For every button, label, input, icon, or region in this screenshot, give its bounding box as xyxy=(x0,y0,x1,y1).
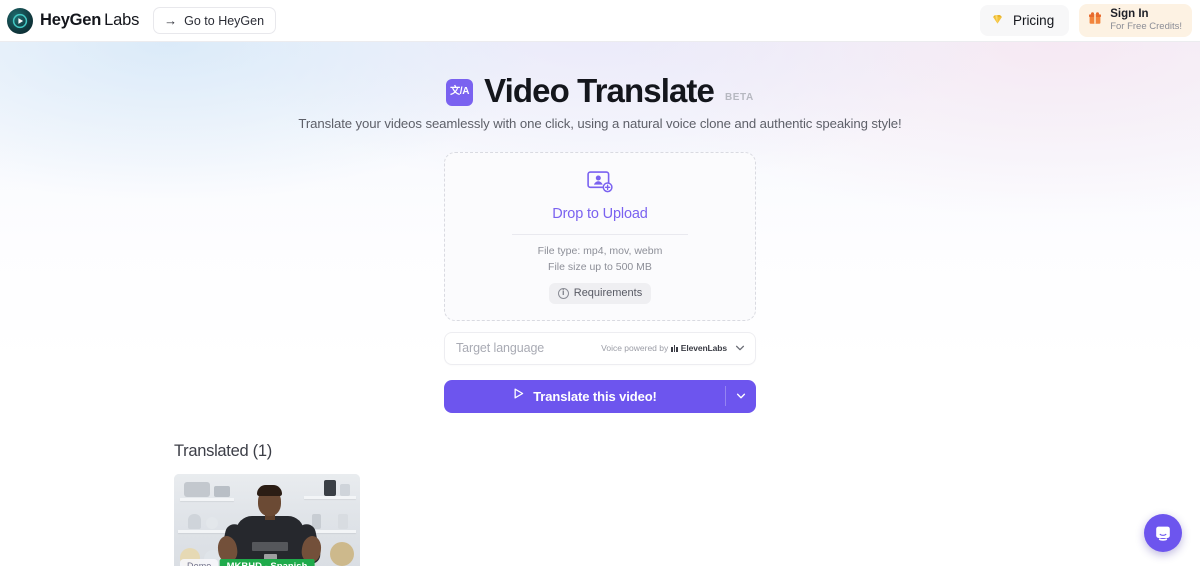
translate-options-dropdown[interactable] xyxy=(726,380,756,413)
person-hair xyxy=(257,484,282,496)
translated-results-section: Translated (1) Demo MKBHD - Spanish xyxy=(174,442,1200,566)
top-header: HeyGen Labs → Go to HeyGen Pricing Sign … xyxy=(0,0,1200,42)
heygen-play-logo-icon xyxy=(7,7,33,34)
elevenlabs-logo-icon xyxy=(671,344,678,352)
brand-name-bold: HeyGen xyxy=(40,11,102,29)
file-type-hint: File type: mp4, mov, webm xyxy=(537,245,663,257)
info-icon: i xyxy=(557,287,569,299)
go-to-heygen-label: Go to HeyGen xyxy=(184,13,265,28)
file-size-hint: File size up to 500 MB xyxy=(548,260,652,273)
pricing-label: Pricing xyxy=(1012,13,1055,28)
page-title: Video Translate xyxy=(484,72,715,109)
upload-panel: Drop to Upload File type: mp4, mov, webm… xyxy=(444,152,756,413)
requirements-button[interactable]: i Requirements xyxy=(548,282,652,304)
video-person-add-icon xyxy=(587,171,613,198)
person-shirt-print xyxy=(252,541,288,551)
sign-in-text-block: Sign In For Free Credits! xyxy=(1110,8,1182,33)
arrow-right-icon: → xyxy=(164,13,178,28)
sign-in-button[interactable]: Sign In For Free Credits! xyxy=(1079,4,1192,37)
drop-to-upload-zone[interactable]: Drop to Upload File type: mp4, mov, webm… xyxy=(444,152,756,321)
chat-bubble-icon[interactable] xyxy=(1144,514,1182,552)
translate-icon: 文/A xyxy=(446,78,474,106)
translate-icon-glyph: 文/A xyxy=(450,86,470,97)
gem-icon xyxy=(991,13,1004,29)
list-item[interactable]: Demo MKBHD - Spanish Translated Video De… xyxy=(174,473,360,566)
voice-powered-by: Voice powered by ElevenLabs xyxy=(601,343,727,353)
go-to-heygen-button[interactable]: → Go to HeyGen xyxy=(153,7,277,34)
requirements-label: Requirements xyxy=(573,287,643,299)
chevron-down-icon[interactable] xyxy=(734,342,746,354)
pricing-button[interactable]: Pricing xyxy=(979,5,1070,36)
elevenlabs-name: ElevenLabs xyxy=(680,343,727,353)
translate-button-main[interactable]: Translate this video! xyxy=(444,380,725,413)
thumbnail-person xyxy=(174,474,360,566)
translate-button-label: Translate this video! xyxy=(533,388,657,404)
subtitle-overlay-label: MKBHD - Spanish xyxy=(219,558,315,566)
dropzone-divider xyxy=(512,234,688,235)
brand-logo[interactable]: HeyGen Labs xyxy=(7,7,139,34)
sign-in-title: Sign In xyxy=(1110,8,1149,21)
translated-heading: Translated (1) xyxy=(174,441,272,460)
main-content: 文/A Video Translate BETA Translate your … xyxy=(0,74,1200,566)
target-language-placeholder: Target language xyxy=(456,341,545,355)
demo-badge[interactable]: Demo xyxy=(180,558,219,566)
translate-video-button[interactable]: Translate this video! xyxy=(444,379,756,413)
gift-icon xyxy=(1088,11,1102,30)
page-subtitle: Translate your videos seamlessly with on… xyxy=(298,116,902,131)
page-title-row: 文/A Video Translate BETA xyxy=(0,74,1200,107)
voice-powered-prefix: Voice powered by xyxy=(601,343,669,353)
play-icon xyxy=(512,387,525,405)
brand-name-light: Labs xyxy=(104,11,140,29)
brand-text: HeyGen Labs xyxy=(40,11,139,30)
sign-in-subtitle: For Free Credits! xyxy=(1110,21,1182,33)
video-thumbnail[interactable]: Demo MKBHD - Spanish xyxy=(174,473,360,566)
target-language-select[interactable]: Target language Voice powered by ElevenL… xyxy=(444,331,756,365)
drop-to-upload-label: Drop to Upload xyxy=(552,206,648,222)
beta-badge: BETA xyxy=(724,92,754,103)
